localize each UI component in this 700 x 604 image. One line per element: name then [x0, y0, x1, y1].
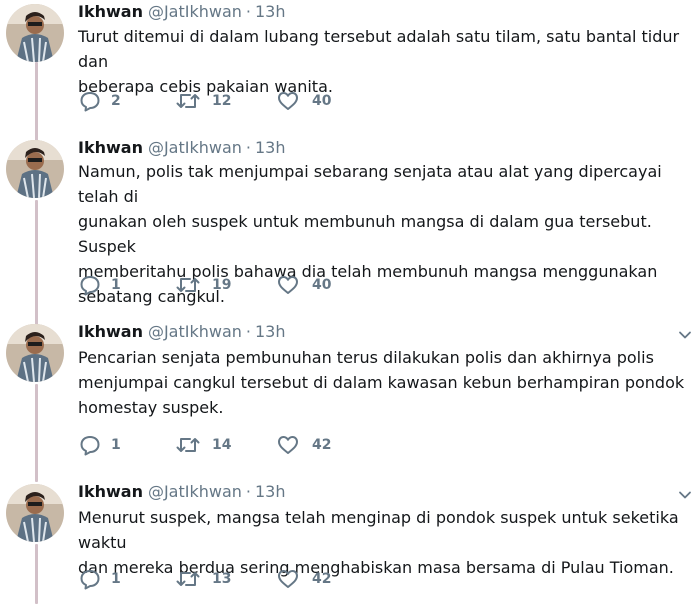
like-button[interactable]: 42 — [276, 568, 346, 590]
retweet-button[interactable]: 19 — [175, 274, 245, 296]
retweet-icon — [176, 94, 200, 108]
thread-connector-line — [35, 544, 38, 604]
reply-icon — [80, 436, 100, 456]
reply-count: 1 — [111, 277, 121, 293]
reply-button[interactable]: 2 — [78, 90, 138, 112]
retweet-button[interactable]: 12 — [175, 90, 245, 112]
heart-icon — [278, 92, 298, 110]
tweet-header: Ikhwan @JatIkhwan · 13h — [78, 321, 286, 343]
reply-icon — [80, 92, 100, 112]
tweet-header: Ikhwan @JatIkhwan · 13h — [78, 481, 286, 503]
chevron-down-icon[interactable] — [678, 330, 692, 340]
thread-connector-line — [35, 200, 38, 325]
avatar[interactable] — [6, 324, 64, 382]
retweet-count: 14 — [212, 437, 232, 453]
author-handle[interactable]: @JatIkhwan — [148, 2, 242, 21]
tweet-timestamp[interactable]: 13h — [255, 138, 286, 157]
tweet-timestamp[interactable]: 13h — [255, 482, 286, 501]
separator-dot: · — [245, 2, 251, 21]
reply-count: 2 — [111, 93, 121, 109]
author-name[interactable]: Ikhwan — [78, 2, 143, 21]
like-count: 42 — [312, 437, 332, 453]
retweet-button[interactable]: 14 — [175, 434, 245, 456]
tweet-thread: Ikhwan @JatIkhwan · 13h Turut ditemui di da… — [0, 0, 700, 604]
like-button[interactable]: 42 — [276, 434, 346, 456]
reply-icon — [80, 276, 100, 296]
like-count: 40 — [312, 93, 332, 109]
retweet-count: 19 — [212, 277, 232, 293]
chevron-down-icon[interactable] — [678, 490, 692, 500]
author-handle[interactable]: @JatIkhwan — [148, 322, 242, 341]
like-button[interactable]: 40 — [276, 274, 346, 296]
heart-icon — [278, 436, 298, 454]
author-name[interactable]: Ikhwan — [78, 482, 143, 501]
retweet-count: 12 — [212, 93, 232, 109]
thread-connector-line — [35, 384, 38, 482]
separator-dot: · — [245, 322, 251, 341]
reply-button[interactable]: 1 — [78, 274, 138, 296]
tweet-timestamp[interactable]: 13h — [255, 322, 286, 341]
author-handle[interactable]: @JatIkhwan — [148, 138, 242, 157]
author-name[interactable]: Ikhwan — [78, 138, 143, 157]
tweet-header: Ikhwan @JatIkhwan · 13h — [78, 137, 286, 159]
reply-count: 1 — [111, 437, 121, 453]
separator-dot: · — [245, 482, 251, 501]
tweet-timestamp[interactable]: 13h — [255, 2, 286, 21]
reply-button[interactable]: 1 — [78, 434, 138, 456]
author-name[interactable]: Ikhwan — [78, 322, 143, 341]
like-count: 40 — [312, 277, 332, 293]
author-handle[interactable]: @JatIkhwan — [148, 482, 242, 501]
retweet-button[interactable]: 13 — [175, 568, 245, 590]
heart-icon — [278, 276, 298, 294]
separator-dot: · — [245, 138, 251, 157]
retweet-icon — [176, 278, 200, 292]
tweet-text: Namun, polis tak menjumpai sebarang senj… — [78, 162, 662, 306]
retweet-count: 13 — [212, 571, 232, 587]
heart-icon — [278, 570, 298, 588]
avatar[interactable] — [6, 484, 64, 542]
tweet-header: Ikhwan @JatIkhwan · 13h — [78, 1, 286, 23]
reply-icon — [80, 570, 100, 590]
like-button[interactable]: 40 — [276, 90, 346, 112]
tweet-text: Menurut suspek, mangsa telah menginap di… — [78, 508, 679, 577]
like-count: 42 — [312, 571, 332, 587]
retweet-icon — [176, 572, 200, 586]
reply-button[interactable]: 1 — [78, 568, 138, 590]
retweet-icon — [176, 438, 200, 452]
avatar[interactable] — [6, 4, 64, 62]
reply-count: 1 — [111, 571, 121, 587]
tweet-text: Pencarian senjata pembunuhan terus dilak… — [78, 348, 685, 417]
tweet-text: Turut ditemui di dalam lubang tersebut a… — [78, 27, 680, 96]
thread-connector-line — [35, 62, 38, 148]
avatar[interactable] — [6, 140, 64, 198]
